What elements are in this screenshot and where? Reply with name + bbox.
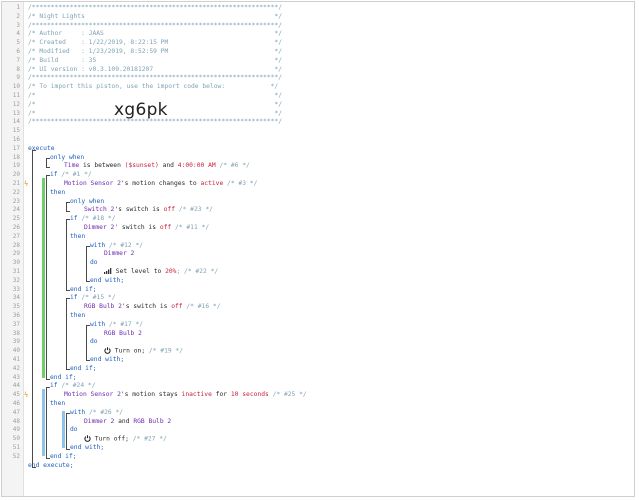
only-when-block-guide <box>46 158 50 168</box>
import-code[interactable]: xg6pk <box>114 100 168 120</box>
with-dimmer-guide <box>86 246 90 282</box>
code-line: 39 do <box>12 338 98 346</box>
code-line: 1/**************************************… <box>16 4 283 11</box>
set-level-icon <box>104 268 112 274</box>
code-line: 50 Turn off; /* #27 */ <box>12 435 167 443</box>
code-line: 35 RGB Bulb 2's switch is off /* #16 */ <box>12 303 221 311</box>
code-line: 26 Dimmer 2' switch is off /* #11 */ <box>12 224 210 231</box>
code-line: 32 end with; <box>12 276 125 284</box>
code-line: 44 if /* #24 */ <box>12 382 96 390</box>
trigger-bolt-icon: ϟ <box>24 391 29 400</box>
with-off-guide <box>66 413 70 450</box>
nested-if-rgb-guide <box>66 298 70 370</box>
executing-block-bar <box>42 389 45 456</box>
nested-only-when-guide <box>66 202 70 212</box>
code-line: 46 then <box>12 400 66 407</box>
code-line: 9/**************************************… <box>16 74 283 82</box>
code-line: 38 RGB Bulb 2 <box>12 329 142 337</box>
code-line: 41 end with; <box>12 356 125 363</box>
code-line: 48 Dimmer 2 and RGB Bulb 2 <box>12 417 172 425</box>
code-line: 6/* Modified : 1/23/2019, 8:52:59 PM */ <box>16 48 283 55</box>
if-block-guide <box>46 175 50 380</box>
code-line: 18 only when <box>12 153 85 161</box>
code-line: 7/* Build : 35 */ <box>16 56 283 64</box>
code-line: 40 Turn on; /* #19 */ <box>12 347 184 355</box>
code-line: 4/* Author : JAAS */ <box>16 30 283 38</box>
code-line: 17 execute <box>12 144 55 152</box>
code-line: 3/**************************************… <box>16 21 283 29</box>
code-line: 13/* */ <box>12 109 283 117</box>
code-line: 12/* */ <box>12 100 283 108</box>
code-line: 21 ϟ Motion Sensor 2's motion changes to a… <box>12 180 258 188</box>
code-line: 10/* To import this piston, use the impo… <box>12 83 279 91</box>
code-line: 52 end if; <box>12 452 77 460</box>
code-line: 8/* UI version : v0.3.109.20181207 */ <box>16 65 283 73</box>
active-condition-bar <box>42 178 45 378</box>
code-line: 20 if /* #1 */ <box>12 171 92 179</box>
code-line: 45 ϟ Motion Sensor 2's motion stays inacti… <box>12 391 307 400</box>
code-line: 23 only when <box>12 197 105 205</box>
power-icon <box>84 435 91 443</box>
code-line: 15 <box>12 127 20 135</box>
nested-if-guide <box>66 219 70 291</box>
code-line: 19 Time is between ($sunset) and 4:00:00 … <box>12 162 250 170</box>
code-line: 11/* */ <box>12 92 283 99</box>
code-line: 47 with /* #26 */ <box>12 408 124 416</box>
code-line: 49 do <box>12 426 78 434</box>
code-line: 42 end if; <box>12 364 97 372</box>
code-line: 14/*************************************… <box>12 118 283 126</box>
code-line: end execute; <box>28 461 74 469</box>
power-icon <box>104 347 111 355</box>
code-line: 2/* Night Lights */ <box>16 12 283 20</box>
if-stays-inactive-guide <box>46 387 50 459</box>
code-line: 22 then <box>12 188 66 196</box>
code-line: 31 Set level to 20%; /* #22 */ <box>12 268 219 275</box>
with-rgb-guide <box>86 325 90 361</box>
code-line: 29 Dimmer 2 <box>12 250 135 258</box>
code-line: 33 end if; <box>12 285 97 293</box>
code-line: 34 if /* #15 */ <box>12 294 116 302</box>
code-line: 24 Switch 2's switch is off /* #23 */ <box>12 206 213 214</box>
code-line: 5/* Created : 1/22/2019, 8:22:15 PM */ <box>16 39 283 47</box>
code-line: 37 with /* #17 */ <box>12 320 144 328</box>
code-line: 30 do <box>12 259 98 267</box>
code-line: 28 with /* #12 */ <box>12 241 144 249</box>
code-line: 16 <box>12 136 20 143</box>
executing-block-bar-inner <box>62 411 65 448</box>
code-line: 25 if /* #18 */ <box>12 215 116 223</box>
code-line: 43 end if; <box>12 373 77 381</box>
piston-code-editor: 1/**************************************… <box>1 1 635 497</box>
trigger-bolt-icon: ϟ <box>24 180 29 188</box>
code-line: 36 then <box>12 312 86 319</box>
execute-block-guide <box>32 150 36 468</box>
code-line: 27 then <box>12 232 86 240</box>
code-line: 51 end with; <box>12 444 105 451</box>
